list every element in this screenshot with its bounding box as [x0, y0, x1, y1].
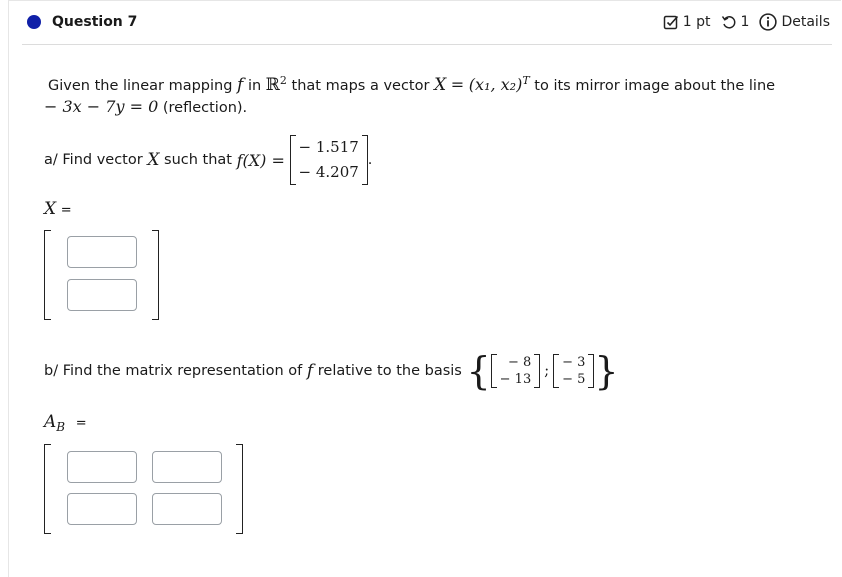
- basis-open-brace: {: [466, 349, 491, 393]
- retry-icon: [721, 16, 735, 29]
- basis-vector-2: − 3 − 5: [553, 354, 595, 388]
- answer-equals: =: [60, 203, 72, 218]
- answer-b-equals: =: [75, 416, 87, 431]
- part-b-relative-text: relative to the basis: [317, 363, 462, 379]
- question-meta: 1 pt 1 Details: [663, 13, 830, 31]
- vector-components: (x₁, x₂): [468, 74, 523, 94]
- intro-text: Given the linear mapping: [48, 77, 233, 94]
- given-vector-entry: − 4.207: [298, 163, 359, 181]
- answer-b11-input[interactable]: [67, 451, 137, 483]
- part-b-text: b/ Find the matrix representation of: [44, 363, 303, 379]
- part-a-x-symbol: X: [147, 150, 160, 170]
- answer-b21-input[interactable]: [67, 493, 137, 525]
- header-divider: [22, 44, 832, 45]
- answer-x2-input[interactable]: [67, 279, 137, 311]
- real-space-symbol: ℝ: [265, 74, 280, 95]
- function-symbol: f: [237, 74, 244, 95]
- part-a-text: a/ Find vector: [44, 152, 143, 168]
- status-dot-icon: [27, 15, 41, 29]
- attempts-count: 1: [740, 14, 750, 30]
- space-exponent: 2: [279, 74, 287, 87]
- basis-separator: ;: [544, 363, 550, 379]
- intro-in-text: in: [247, 77, 262, 94]
- part-a-period: .: [367, 152, 373, 168]
- answer-b-right-bracket: [236, 444, 243, 534]
- basis-close-brace: }: [594, 349, 619, 393]
- given-vector-entry: − 1.517: [298, 138, 359, 156]
- part-a-fx: f(X) =: [236, 150, 285, 170]
- intro-post-text: to its mirror image about the line: [534, 77, 776, 94]
- answer-x-symbol: X: [44, 199, 57, 219]
- part-b-answer-label: AB =: [44, 412, 87, 434]
- answer-a-symbol: A: [44, 412, 57, 432]
- info-icon[interactable]: [759, 13, 778, 31]
- details-link[interactable]: Details: [781, 14, 830, 30]
- reflection-text: (reflection).: [162, 100, 248, 116]
- transpose-symbol: T: [522, 74, 530, 87]
- equals-sign: =: [450, 74, 465, 94]
- answer-b-left-bracket: [44, 444, 51, 534]
- answer-b22-input[interactable]: [152, 493, 222, 525]
- part-b-prompt: b/ Find the matrix representation of f r…: [44, 346, 619, 396]
- basis-entry: − 8: [507, 355, 532, 370]
- question-title: Question 7: [52, 14, 138, 30]
- part-a-given-vector: − 1.517 − 4.207: [289, 135, 368, 185]
- basis-entry: − 13: [499, 372, 532, 387]
- part-a-such-that: such that: [164, 152, 232, 168]
- question-header: Question 7 1 pt 1 Details: [0, 0, 842, 45]
- line-equation: − 3x − 7y = 0: [44, 97, 159, 116]
- basis-vector-1: − 8 − 13: [490, 354, 541, 388]
- basis-entry: − 3: [562, 355, 586, 370]
- problem-intro: Given the linear mapping f in ℝ2 that ma…: [48, 74, 775, 95]
- problem-line: − 3x − 7y = 0 (reflection).: [44, 97, 247, 116]
- basis-entry: − 5: [562, 372, 586, 387]
- part-a-prompt: a/ Find vector X such that f(X) = − 1.51…: [44, 135, 373, 185]
- points-label: 1 pt: [682, 14, 711, 30]
- intro-maps-text: that maps a vector: [291, 77, 430, 94]
- checkbox-icon: [663, 15, 678, 30]
- answer-a-left-bracket: [44, 230, 51, 320]
- part-b-f-symbol: f: [306, 361, 314, 381]
- answer-a-right-bracket: [152, 230, 159, 320]
- answer-b12-input[interactable]: [152, 451, 222, 483]
- part-a-answer-label: X =: [44, 199, 72, 219]
- answer-x1-input[interactable]: [67, 236, 137, 268]
- vector-symbol: X: [434, 74, 447, 95]
- answer-a-subscript: B: [56, 419, 66, 434]
